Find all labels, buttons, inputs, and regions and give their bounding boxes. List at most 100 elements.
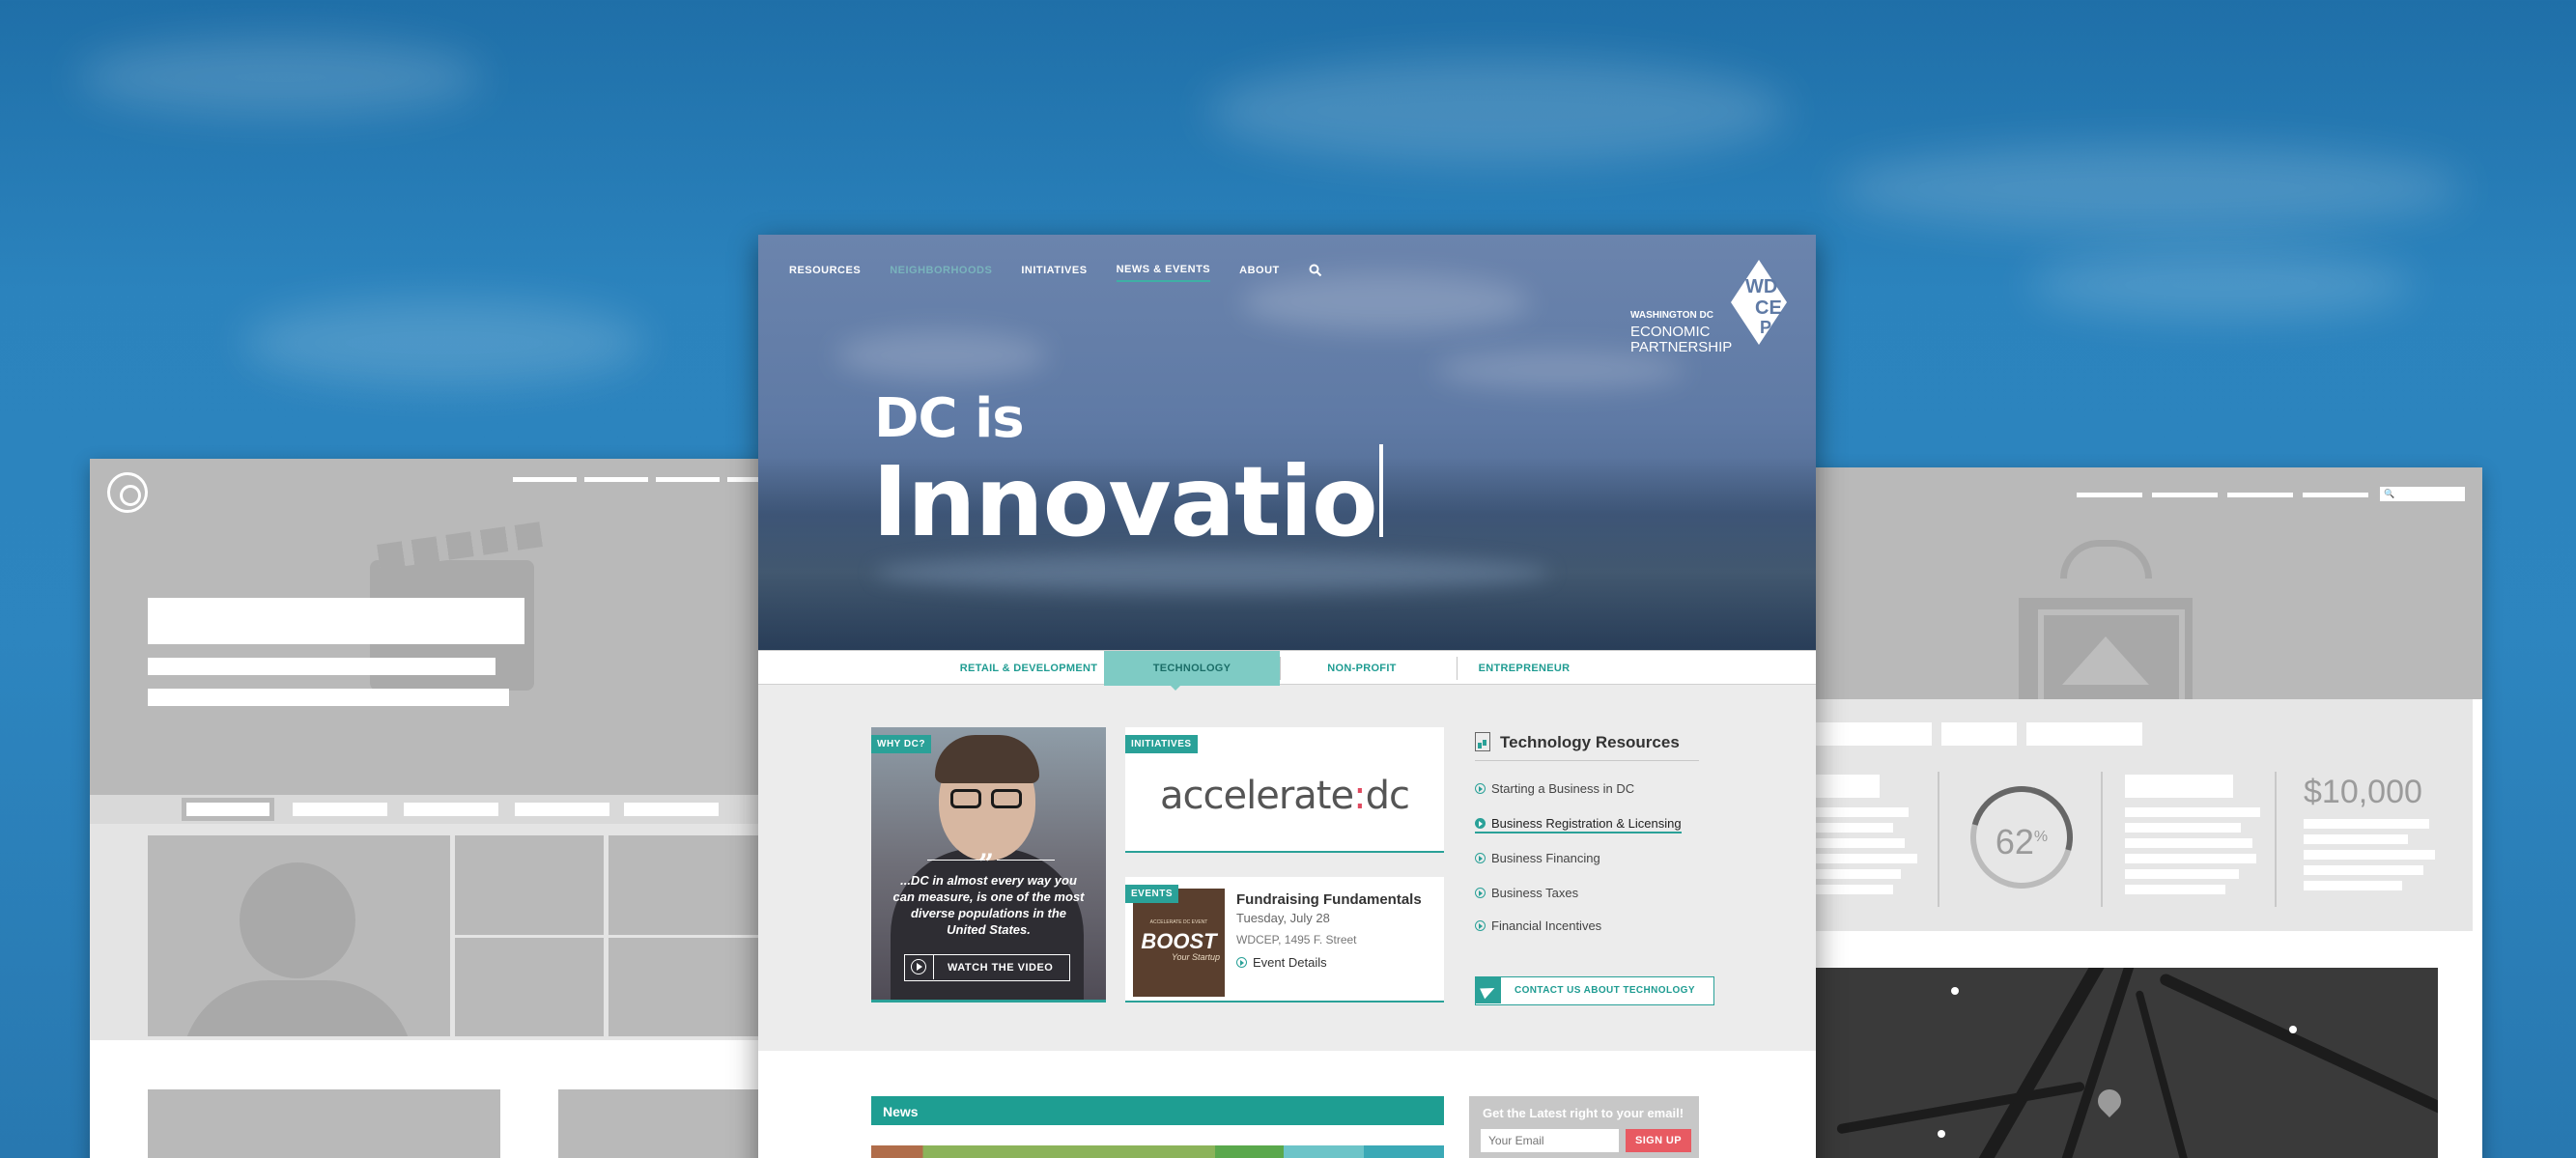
- resource-link[interactable]: Business Taxes: [1475, 886, 1578, 900]
- svg-text:P: P: [1760, 318, 1771, 337]
- tab-retail-development[interactable]: RETAIL & DEVELOPMENT: [932, 651, 1125, 686]
- resource-link-label: Business Financing: [1491, 851, 1600, 865]
- play-icon: [911, 959, 926, 974]
- quote-rule: [997, 860, 1055, 861]
- nav-resources[interactable]: RESOURCES: [789, 265, 861, 281]
- resource-link[interactable]: Starting a Business in DC: [1475, 781, 1634, 796]
- tab-entrepreneur[interactable]: ENTREPRENEUR: [1457, 651, 1592, 686]
- quote-rule: [927, 860, 985, 861]
- main-nav: RESOURCES NEIGHBORHOODS INITIATIVES NEWS…: [789, 264, 1322, 282]
- accelerate-dc-logo: accelerate:dc: [1160, 774, 1410, 818]
- wireframe-nav-bar: [2152, 493, 2218, 497]
- initiatives-card[interactable]: INITIATIVES accelerate:dc: [1125, 727, 1444, 853]
- wireframe-line: [2125, 838, 2252, 848]
- boost-poster: ACCELERATE DC EVENT BOOST Your Startup: [1133, 889, 1225, 997]
- arrow-circle-icon: [1475, 920, 1486, 931]
- avatar-body-icon: [182, 980, 413, 1036]
- nav-about[interactable]: ABOUT: [1239, 265, 1280, 281]
- search-icon[interactable]: [1309, 264, 1322, 277]
- wireframe-line: [2304, 881, 2402, 890]
- hero-cloud: [1241, 273, 1531, 331]
- typing-cursor: [1379, 444, 1383, 537]
- contact-technology-button[interactable]: CONTACT US ABOUT TECHNOLOGY: [1475, 976, 1714, 1005]
- resource-link-hovered[interactable]: Business Registration & Licensing: [1475, 816, 1682, 833]
- wireframe-left-hero: [90, 459, 791, 795]
- wireframe-tab: [293, 803, 387, 816]
- wireframe-text-line: [148, 658, 495, 675]
- logo-mark-letters: WD: [1745, 276, 1777, 297]
- nav-news-events[interactable]: NEWS & EVENTS: [1116, 264, 1211, 282]
- wireframe-stats-panel: 62% $10,000: [1797, 699, 2473, 931]
- wireframe-nav-bar: [584, 477, 648, 482]
- events-card[interactable]: ACCELERATE DC EVENT BOOST Your Startup E…: [1125, 877, 1444, 1003]
- why-dc-badge: WHY DC?: [871, 735, 931, 753]
- arrow-circle-icon: [1475, 818, 1486, 829]
- play-box: [905, 955, 934, 979]
- wireframe-search-field: 🔍: [2380, 487, 2465, 501]
- logo-line-washington: WASHINGTON DC: [1630, 310, 1713, 321]
- hero-river: [874, 553, 1550, 592]
- wireframe-left-mockup: [90, 459, 911, 1158]
- image-placeholder-icon: [2019, 598, 2193, 708]
- event-details-link[interactable]: Event Details: [1236, 955, 1327, 970]
- map-road: [1836, 1081, 2085, 1135]
- technology-resources: Technology Resources Starting a Business…: [1475, 727, 1726, 1017]
- watch-video-button[interactable]: WATCH THE VIDEO: [904, 954, 1070, 981]
- progress-ring-value: 62%: [1970, 786, 2073, 889]
- wireframe-right-mockup: 🔍 62% $10,000: [1797, 467, 2482, 1158]
- wireframe-line: [2304, 865, 2423, 875]
- tab-technology[interactable]: TECHNOLOGY: [1104, 651, 1280, 686]
- wireframe-line: [2125, 885, 2225, 894]
- resource-link-label: Financial Incentives: [1491, 918, 1602, 933]
- sky-cloud: [1207, 58, 1787, 164]
- boost-poster-small-text: ACCELERATE DC EVENT: [1149, 919, 1208, 925]
- map-marker-dot: [2289, 1026, 2297, 1033]
- resource-link[interactable]: Business Financing: [1475, 851, 1600, 865]
- hero-heading-prefix: DC is: [874, 387, 1025, 450]
- wireframe-tile: [455, 835, 604, 935]
- nav-neighborhoods[interactable]: NEIGHBORHOODS: [890, 265, 992, 281]
- map-road: [2158, 972, 2438, 1130]
- photo-hair: [935, 735, 1039, 783]
- wireframe-money-value: $10,000: [2304, 774, 2422, 810]
- wdcep-diamond-mark-icon: WD CE P: [1731, 260, 1787, 345]
- news-image-strip[interactable]: [871, 1145, 1444, 1158]
- map-marker-dot: [1951, 987, 1959, 995]
- person-icon: [2060, 540, 2152, 579]
- wireframe-nav-bar: [513, 477, 577, 482]
- nav-initiatives[interactable]: INITIATIVES: [1021, 265, 1087, 281]
- wireframe-map: [1797, 968, 2438, 1158]
- category-tab-bar: RETAIL & DEVELOPMENT TECHNOLOGY NON-PROF…: [758, 650, 1816, 686]
- map-pin-icon: [2093, 1085, 2126, 1117]
- tab-non-profit[interactable]: NON-PROFIT: [1280, 651, 1444, 686]
- wdcep-logo[interactable]: WD CE P WASHINGTON DC ECONOMIC PARTNERSH…: [1630, 256, 1795, 355]
- sign-up-button[interactable]: SIGN UP: [1626, 1129, 1691, 1152]
- progress-ring-number: 62: [1995, 822, 2034, 861]
- wireframe-nav-bar: [2303, 493, 2368, 497]
- hero-heading-typed: Innovatio: [872, 445, 1378, 558]
- event-details-label: Event Details: [1253, 955, 1327, 970]
- arrow-circle-icon: [1475, 888, 1486, 898]
- wireframe-tile: [455, 938, 604, 1036]
- svg-text:CE: CE: [1755, 297, 1782, 319]
- sky-cloud: [77, 39, 483, 116]
- tab-active-pointer: [1168, 683, 1183, 691]
- logo-line-partnership: PARTNERSHIP: [1630, 339, 1733, 355]
- boost-poster-title: BOOST: [1141, 929, 1217, 953]
- news-header: News: [871, 1096, 1444, 1125]
- why-dc-card[interactable]: WHY DC? ” ...DC in almost every way you …: [871, 727, 1106, 1003]
- email-signup: Get the Latest right to your email! SIGN…: [1469, 1096, 1699, 1158]
- boost-poster-subtitle: Your Startup: [1171, 952, 1220, 962]
- contact-technology-label: CONTACT US ABOUT TECHNOLOGY: [1514, 985, 1695, 996]
- email-input[interactable]: [1481, 1129, 1619, 1152]
- wireframe-line: [2125, 854, 2256, 863]
- resource-link-label: Business Taxes: [1491, 886, 1579, 900]
- wireframe-avatar-placeholder: [148, 835, 450, 1036]
- photo-glasses: [950, 789, 1024, 810]
- hero-cloud: [1434, 351, 1685, 389]
- resource-link-label: Business Registration & Licensing: [1491, 816, 1682, 831]
- initiatives-badge: INITIATIVES: [1125, 735, 1198, 753]
- event-title[interactable]: Fundraising Fundamentals: [1236, 891, 1422, 908]
- resource-link[interactable]: Financial Incentives: [1475, 918, 1601, 933]
- accelerate-logo-dc: dc: [1365, 774, 1410, 818]
